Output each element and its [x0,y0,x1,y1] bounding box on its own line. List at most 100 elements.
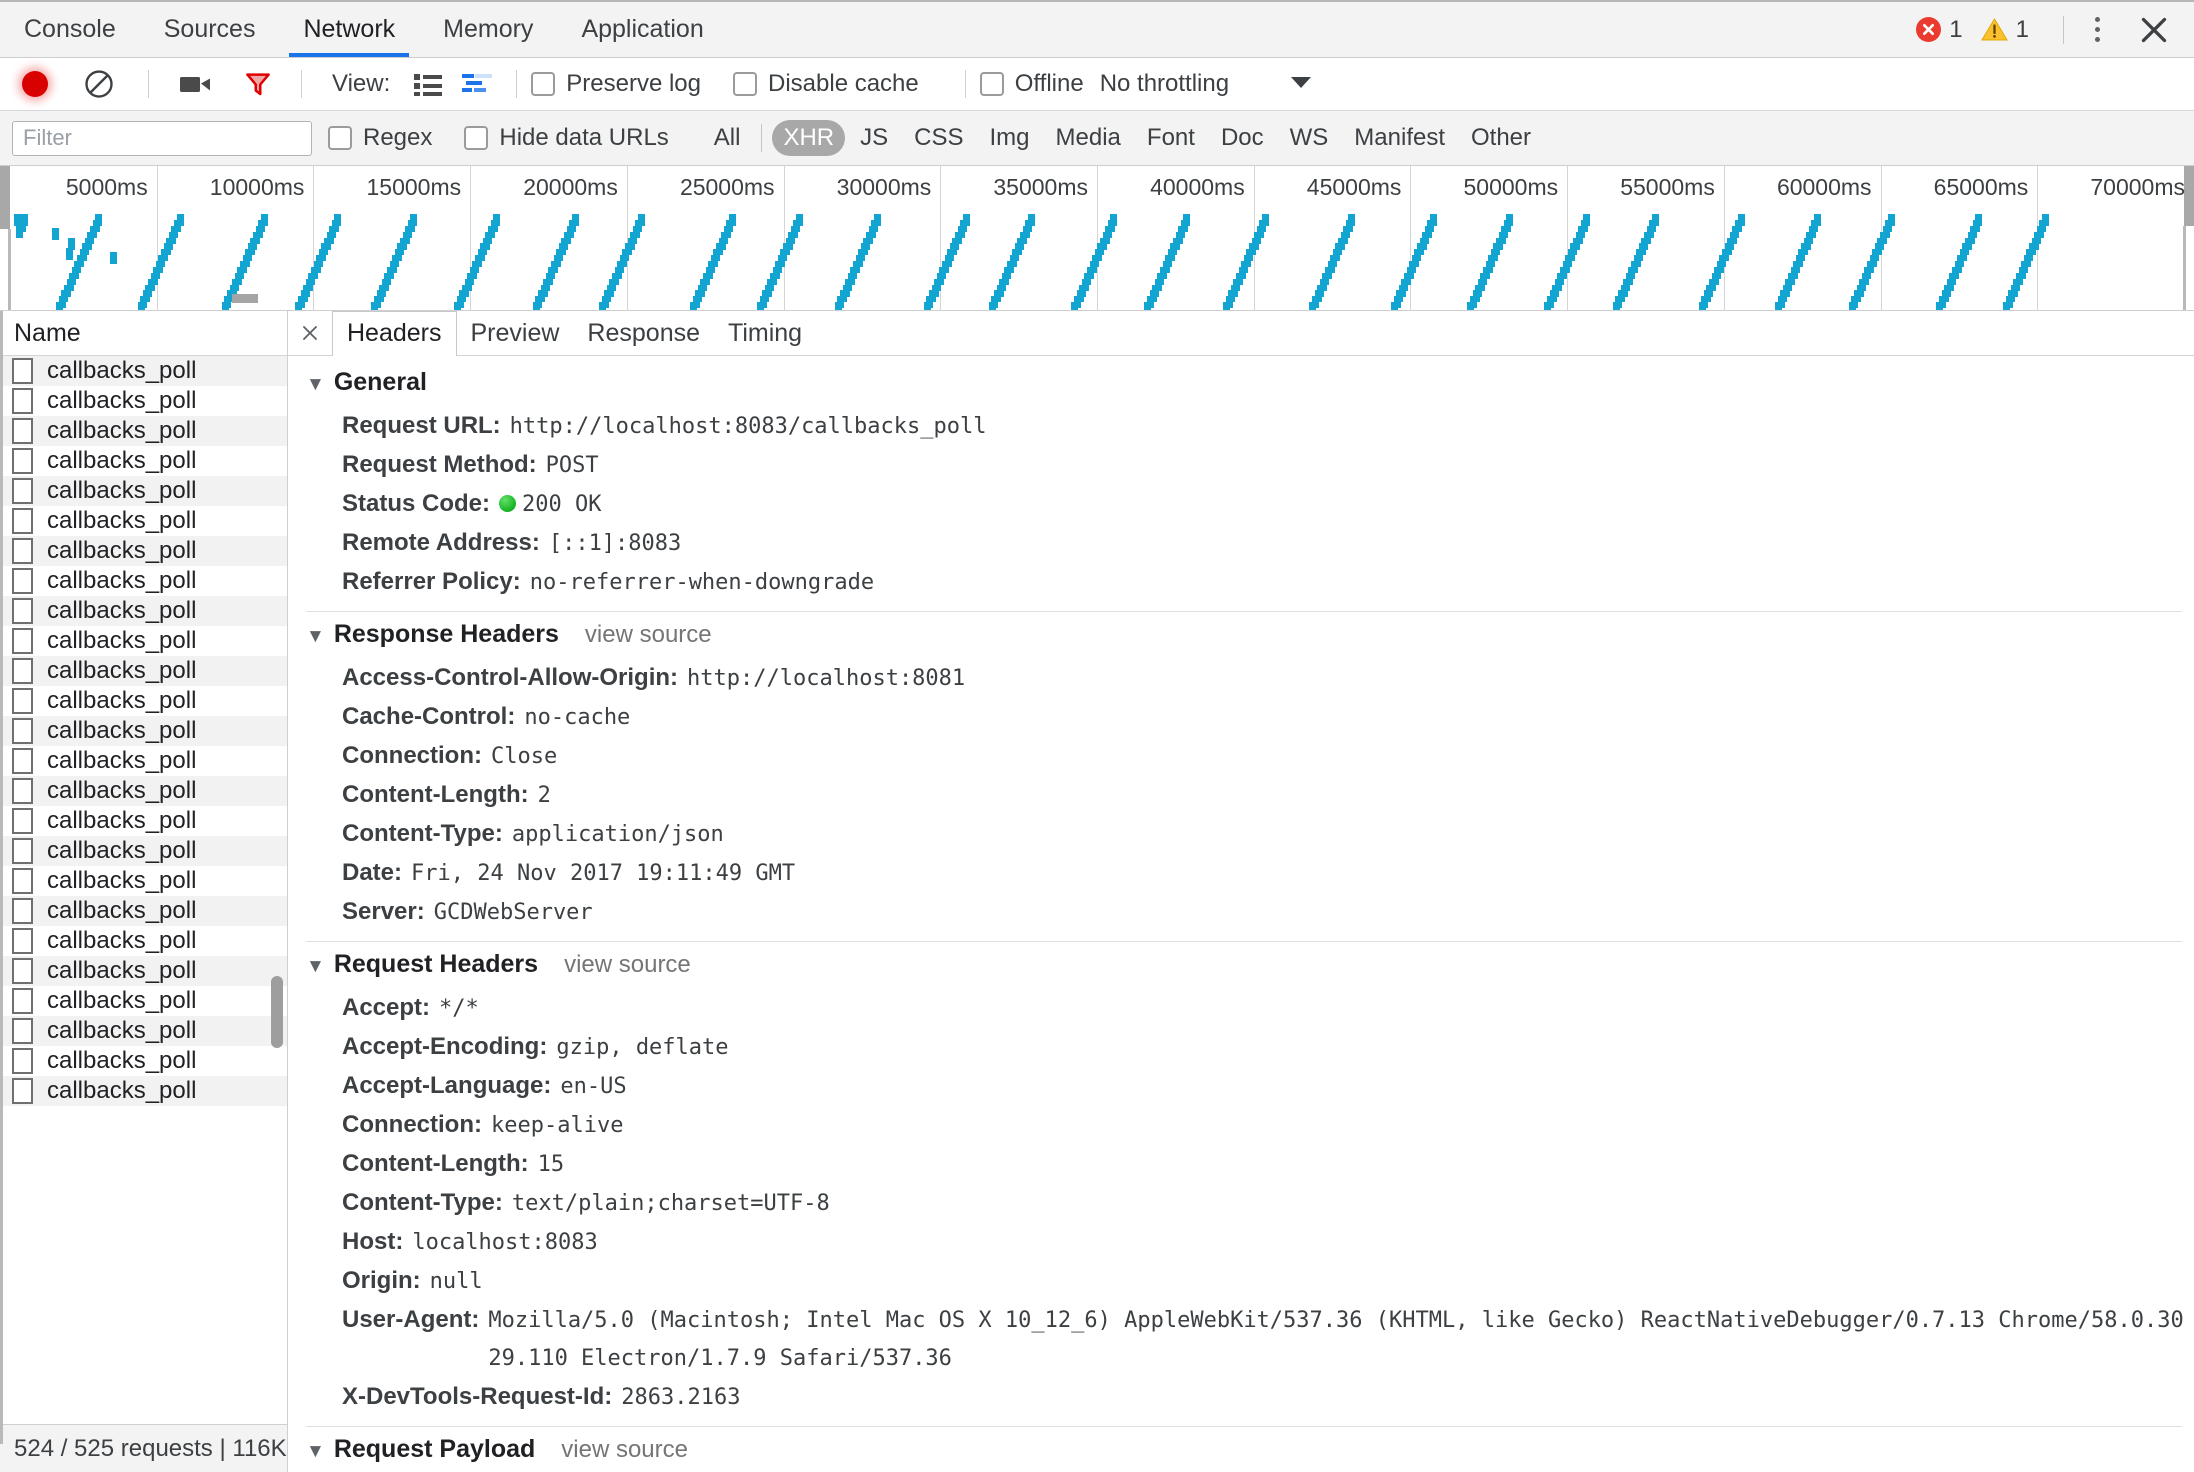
triangle-down-icon[interactable]: ▼ [306,375,325,394]
close-icon[interactable] [2136,12,2172,48]
request-list-row[interactable]: callbacks_poll [0,1076,287,1106]
filter-type-all[interactable]: All [703,120,752,156]
checkbox-label: Regex [363,124,432,152]
request-list-row[interactable]: callbacks_poll [0,776,287,806]
section-header[interactable]: ▼Response Headersview source [288,620,2194,659]
overview-left-handle[interactable] [0,166,10,229]
capture-screenshots-button[interactable] [179,61,213,107]
filter-input[interactable] [12,121,312,156]
tab-timing[interactable]: Timing [714,311,816,355]
request-list-row[interactable]: callbacks_poll [0,926,287,956]
throttling-select-value[interactable]: No throttling [1100,70,1229,98]
network-overview-timeline[interactable]: 5000ms10000ms15000ms20000ms25000ms30000m… [0,166,2194,311]
list-left-scrollbar[interactable] [0,311,3,1444]
request-list-row[interactable]: callbacks_poll [0,836,287,866]
request-list-row[interactable]: callbacks_poll [0,716,287,746]
request-list-row[interactable]: callbacks_poll [0,896,287,926]
divider [301,70,302,98]
section-divider [306,941,2182,942]
view-waterfall-button[interactable] [461,71,493,97]
tab-preview[interactable]: Preview [457,311,574,355]
request-list-body[interactable]: callbacks_pollcallbacks_pollcallbacks_po… [0,356,287,1424]
request-list-row[interactable]: callbacks_poll [0,656,287,686]
header-section: ▼GeneralRequest URL:http://localhost:808… [288,368,2194,612]
request-list-row[interactable]: callbacks_poll [0,566,287,596]
offline-checkbox[interactable]: Offline [980,70,1092,98]
request-name: callbacks_poll [47,447,196,475]
request-list-row[interactable]: callbacks_poll [0,686,287,716]
overview-request-marker [1613,302,1620,311]
document-icon [12,988,33,1014]
tab-headers[interactable]: Headers [332,311,457,356]
filter-type-manifest[interactable]: Manifest [1343,120,1456,156]
request-list-scrollbar-thumb[interactable] [271,976,283,1048]
triangle-down-icon[interactable]: ▼ [306,957,325,976]
tab-sources[interactable]: Sources [140,2,280,57]
view-source-link[interactable]: view source [561,1436,688,1464]
tab-network[interactable]: Network [279,2,419,57]
filter-type-img[interactable]: Img [979,120,1041,156]
header-name: X-DevTools-Request-Id: [342,1378,612,1416]
tab-response[interactable]: Response [573,311,714,355]
view-label: View: [332,70,390,98]
filter-toggle-button[interactable] [243,61,273,107]
header-row: Connection:keep-alive [288,1106,2194,1145]
view-source-link[interactable]: view source [564,951,691,979]
request-list-row[interactable]: callbacks_poll [0,596,287,626]
overview-grey-marker [232,294,258,303]
clear-button[interactable] [84,69,114,99]
triangle-down-icon[interactable]: ▼ [306,1442,325,1461]
request-list-row[interactable]: callbacks_poll [0,806,287,836]
tab-application[interactable]: Application [557,2,727,57]
overview-tick-label: 25000ms [680,174,784,201]
section-header[interactable]: ▼General [288,368,2194,407]
request-list-row[interactable]: callbacks_poll [0,476,287,506]
request-list-row[interactable]: callbacks_poll [0,746,287,776]
overview-tick-label: 65000ms [1934,174,2038,201]
filter-type-css[interactable]: CSS [903,120,974,156]
request-list-row[interactable]: callbacks_poll [0,356,287,386]
tab-console[interactable]: Console [0,2,140,57]
section-header[interactable]: ▼Request Headersview source [288,950,2194,989]
filter-type-font[interactable]: Font [1136,120,1206,156]
request-name: callbacks_poll [47,1047,196,1075]
request-list-row[interactable]: callbacks_poll [0,986,287,1016]
tab-label: Application [581,15,703,44]
tab-memory[interactable]: Memory [419,2,557,57]
overview-tick-label: 55000ms [1620,174,1724,201]
section-header[interactable]: ▼Request Payloadview source [288,1435,2194,1472]
tabbar-right-controls: 1 1 [1916,2,2194,57]
regex-checkbox[interactable]: Regex [328,124,458,152]
filter-type-media[interactable]: Media [1045,120,1132,156]
preserve-log-checkbox[interactable]: Preserve log [531,70,727,98]
chevron-down-icon[interactable] [1289,74,1313,95]
filter-type-ws[interactable]: WS [1279,120,1340,156]
request-list-row[interactable]: callbacks_poll [0,416,287,446]
view-source-link[interactable]: view source [585,621,712,649]
error-count-badge[interactable]: 1 [1916,16,1962,44]
header-row: Access-Control-Allow-Origin:http://local… [288,659,2194,698]
request-list-row[interactable]: callbacks_poll [0,506,287,536]
triangle-down-icon[interactable]: ▼ [306,627,325,646]
record-button[interactable] [18,61,64,107]
header-section: ▼Response Headersview sourceAccess-Contr… [288,620,2194,942]
disable-cache-checkbox[interactable]: Disable cache [733,70,945,98]
request-list-row[interactable]: callbacks_poll [0,866,287,896]
more-options-icon[interactable] [2080,13,2114,47]
request-list-row[interactable]: callbacks_poll [0,956,287,986]
filter-type-other[interactable]: Other [1460,120,1542,156]
hide-data-urls-checkbox[interactable]: Hide data URLs [464,124,694,152]
request-list-row[interactable]: callbacks_poll [0,386,287,416]
warning-count-badge[interactable]: 1 [1981,16,2029,44]
close-details-button[interactable] [288,311,332,355]
request-list-row[interactable]: callbacks_poll [0,626,287,656]
view-list-button[interactable] [413,71,443,97]
request-list-row[interactable]: callbacks_poll [0,536,287,566]
request-list-row[interactable]: callbacks_poll [0,446,287,476]
filter-type-doc[interactable]: Doc [1210,120,1275,156]
request-list-row[interactable]: callbacks_poll [0,1046,287,1076]
filter-type-xhr[interactable]: XHR [772,120,845,156]
request-list-row[interactable]: callbacks_poll [0,1016,287,1046]
request-name: callbacks_poll [47,387,196,415]
filter-type-js[interactable]: JS [849,120,899,156]
